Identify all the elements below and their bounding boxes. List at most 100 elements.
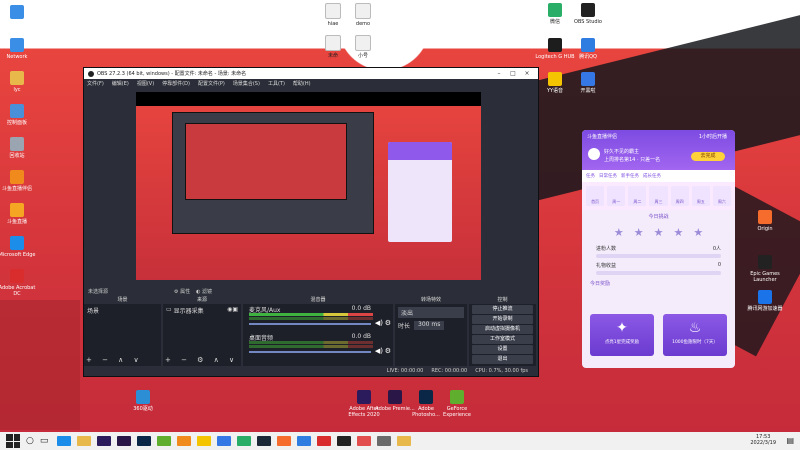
desktop-shortcut[interactable]: 开黑啦 (568, 72, 608, 94)
widget-category[interactable]: 首页 (586, 186, 605, 206)
desktop-shortcut[interactable]: Epic Games Launcher (745, 255, 785, 283)
desktop-shortcut[interactable]: 控制面板 (0, 104, 37, 126)
widget-category[interactable]: 周六 (712, 186, 731, 206)
maximize-button[interactable]: □ (506, 70, 520, 77)
start-button[interactable] (6, 434, 20, 448)
wechat-icon[interactable] (237, 436, 252, 446)
nested-obs-preview (172, 112, 374, 234)
volume-slider[interactable] (249, 323, 371, 325)
menu-item[interactable]: 工具(T) (268, 80, 285, 87)
photoshop-icon[interactable] (137, 436, 152, 446)
widget-tab[interactable]: 日常任务 (599, 173, 617, 179)
obs-menubar: 文件(F) 编辑(E) 视图(V) 停靠部件(D) 配置文件(P) 场景集合(S) 工具(T… (84, 79, 538, 88)
desktop-shortcut[interactable]: 腾讯QQ (568, 38, 608, 60)
close-button[interactable]: × (520, 70, 534, 77)
douyu-icon[interactable] (177, 436, 192, 446)
widget-category[interactable]: 周一 (607, 186, 626, 206)
file-icon (325, 3, 341, 19)
gear-icon[interactable]: ⚙ (385, 347, 391, 355)
booster-icon (758, 290, 772, 304)
exit-button[interactable]: 退出 (472, 355, 533, 364)
studio-mode-button[interactable]: 工作室模式 (472, 335, 533, 344)
geforce-icon[interactable] (157, 436, 172, 446)
gear-icon[interactable]: ⚙ (385, 319, 391, 327)
scene-item[interactable]: 场景 (84, 304, 161, 317)
lock-icon[interactable]: ▣ (232, 306, 238, 315)
computer-icon (10, 5, 24, 19)
menu-item[interactable]: 视图(V) (137, 80, 154, 87)
properties-button[interactable]: ⚙ 属性 (174, 288, 190, 295)
obs-preview[interactable] (136, 92, 481, 280)
desktop-shortcut[interactable]: 此电脑 (0, 5, 37, 27)
after-effects-icon[interactable] (97, 436, 112, 446)
speaker-icon[interactable]: ◀) (375, 319, 383, 327)
desktop-shortcut[interactable]: lyc (0, 71, 37, 93)
obs-icon[interactable] (337, 436, 352, 446)
widget-category[interactable]: 周四 (670, 186, 689, 206)
shortcut-label: 开黑啦 (580, 88, 596, 94)
desktop-shortcut[interactable]: 腾讯网游加速器 (745, 290, 785, 312)
edge-icon[interactable] (57, 436, 72, 446)
volume-slider[interactable] (249, 351, 371, 353)
kaiheila-icon[interactable] (217, 436, 232, 446)
desktop-shortcut[interactable]: Network (0, 38, 37, 60)
source-item[interactable]: ▭ 显示器采集 ◉ ▣ (163, 304, 241, 317)
obs-titlebar: OBS 27.2.3 (64 bit, windows) - 配置文件: 未命名… (84, 68, 538, 79)
desktop-shortcut[interactable]: Adobe Acrobat DC (0, 269, 37, 297)
menu-item[interactable]: 文件(F) (87, 80, 104, 87)
widget-category[interactable]: 周二 (628, 186, 647, 206)
steam-icon[interactable] (257, 436, 272, 446)
file-explorer-icon[interactable] (77, 436, 92, 446)
qq-icon[interactable] (297, 436, 312, 446)
widget-category[interactable]: 周三 (649, 186, 668, 206)
widget-category[interactable]: 周五 (691, 186, 710, 206)
reward-card[interactable]: ♨ 1000鱼翅限时（7天） (663, 314, 727, 356)
obs-window-title: OBS 27.2.3 (64 bit, windows) - 配置文件: 未命名… (97, 71, 247, 77)
duration-input[interactable]: 300 ms (414, 321, 445, 330)
folder-icon[interactable] (397, 436, 412, 446)
geforce-icon (450, 390, 464, 404)
widget-tab[interactable]: 成长任务 (643, 173, 661, 179)
desktop-shortcut[interactable]: OBS Studio (568, 3, 608, 25)
desktop-shortcut[interactable]: 360驱动 (123, 390, 163, 412)
filters-button[interactable]: ◐ 滤镜 (196, 288, 212, 295)
menu-item[interactable]: 场景集合(S) (233, 80, 260, 87)
transition-select[interactable]: 淡出 (398, 307, 464, 318)
logitech-icon (548, 38, 562, 52)
menu-item[interactable]: 编辑(E) (112, 80, 129, 87)
yy-icon[interactable] (197, 436, 212, 446)
desktop-shortcut[interactable]: Microsoft Edge (0, 236, 37, 258)
desktop-shortcut[interactable]: GeForce Experience (437, 390, 477, 418)
desktop-shortcut[interactable]: 斗鱼直播伴侣 (0, 170, 37, 192)
speaker-icon[interactable]: ◀) (375, 347, 383, 355)
start-recording-button[interactable]: 开始录制 (472, 315, 533, 324)
stop-streaming-button[interactable]: 停止推流 (472, 305, 533, 314)
sources-footer-icons[interactable]: + − ⚙ ∧ ∨ (165, 356, 238, 364)
app-icon[interactable] (377, 436, 392, 446)
chrome-icon[interactable] (357, 436, 372, 446)
task-view-icon[interactable]: ▭ (40, 436, 49, 446)
star-icon: ★ (653, 226, 664, 239)
desktop-shortcut[interactable]: Origin (745, 210, 785, 232)
settings-button[interactable]: 设置 (472, 345, 533, 354)
minimize-button[interactable]: – (492, 70, 506, 77)
virtual-camera-button[interactable]: 启动虚拟摄像机 (472, 325, 533, 334)
complete-button[interactable]: 去完成 (691, 152, 725, 161)
desktop-shortcut[interactable]: 回收站 (0, 137, 37, 159)
search-icon[interactable]: ○ (26, 436, 34, 446)
menu-item[interactable]: 帮助(H) (293, 80, 311, 87)
scenes-footer-icons[interactable]: + − ∧ ∨ (86, 356, 143, 364)
widget-tab[interactable]: 任务 (586, 173, 595, 179)
desktop-shortcut[interactable]: demo (343, 3, 383, 27)
premiere-icon[interactable] (117, 436, 132, 446)
menu-item[interactable]: 配置文件(P) (198, 80, 225, 87)
clock[interactable]: 17:53 2022/3/19 (750, 434, 776, 446)
desktop-shortcut[interactable]: 小号 (343, 35, 383, 59)
desktop-shortcut[interactable]: 斗鱼直播 (0, 203, 37, 225)
notification-icon[interactable]: ▤ (786, 436, 794, 445)
origin-icon[interactable] (277, 436, 292, 446)
menu-item[interactable]: 停靠部件(D) (162, 80, 190, 87)
widget-tab[interactable]: 新手任务 (621, 173, 639, 179)
reward-card[interactable]: ✦ 点亮1星完成奖励 (590, 314, 654, 356)
acrobat-icon[interactable] (317, 436, 332, 446)
